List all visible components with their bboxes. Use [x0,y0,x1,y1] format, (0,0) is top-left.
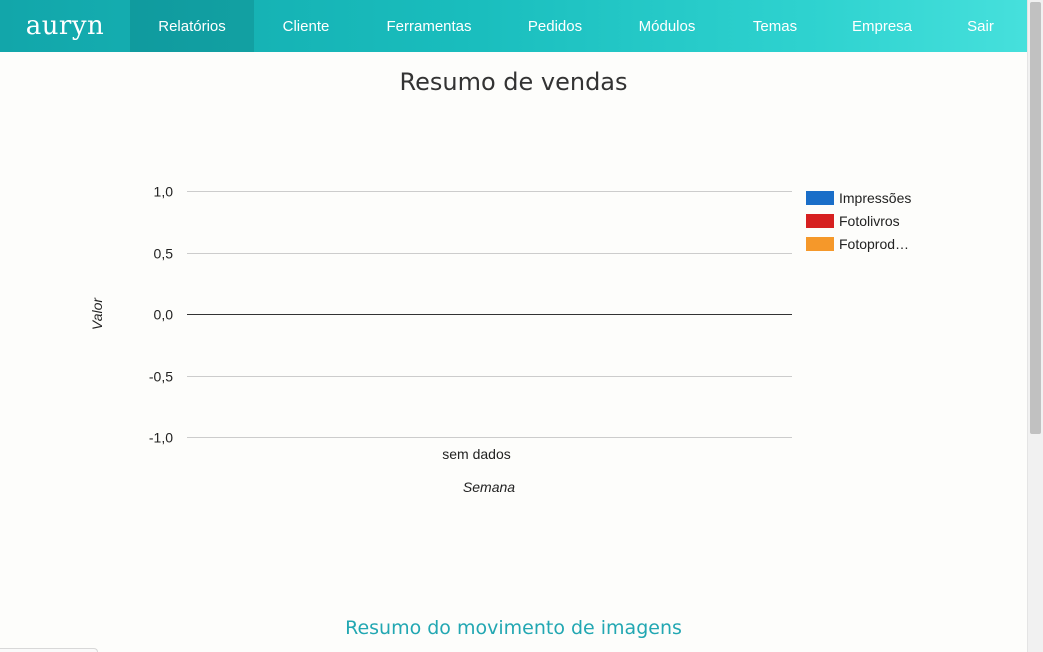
legend-swatch [806,191,834,205]
chart-x-ticks: sem dados [442,446,510,462]
status-bar-edge [0,648,98,652]
y-tick-label: 0,5 [154,246,174,262]
x-tick-label: sem dados [442,446,510,462]
y-tick-label: 0,0 [154,307,174,323]
x-axis-title: Semana [463,479,515,495]
y-tick-label: -1,0 [149,430,173,446]
legend-item[interactable]: Impressões [806,190,911,206]
legend-item[interactable]: Fotoprod… [806,236,909,252]
legend-swatch [806,214,834,228]
y-axis-title: Valor [89,297,105,331]
y-tick-label: -0,5 [149,369,173,385]
legend-label: Fotolivros [839,213,900,229]
vertical-scrollbar[interactable] [1027,0,1043,652]
chart-y-ticks: 1,0 0,5 0,0 -0,5 -1,0 [149,184,173,446]
legend-label: Fotoprod… [839,236,909,252]
page: auryn Relatórios Cliente Ferramentas Ped… [0,0,1043,652]
section-title-image-movement: Resumo do movimento de imagens [345,617,682,639]
legend-swatch [806,237,834,251]
y-tick-label: 1,0 [154,184,174,200]
sales-summary-chart: 1,0 0,5 0,0 -0,5 -1,0 sem dados Valor Semana… [89,184,911,496]
legend-label: Impressões [839,190,911,206]
scrollbar-thumb[interactable] [1030,2,1041,434]
legend-item[interactable]: Fotolivros [806,213,900,229]
chart-gridlines [187,191,792,438]
chart-legend: Impressões Fotolivros Fotoprod… [806,190,911,252]
